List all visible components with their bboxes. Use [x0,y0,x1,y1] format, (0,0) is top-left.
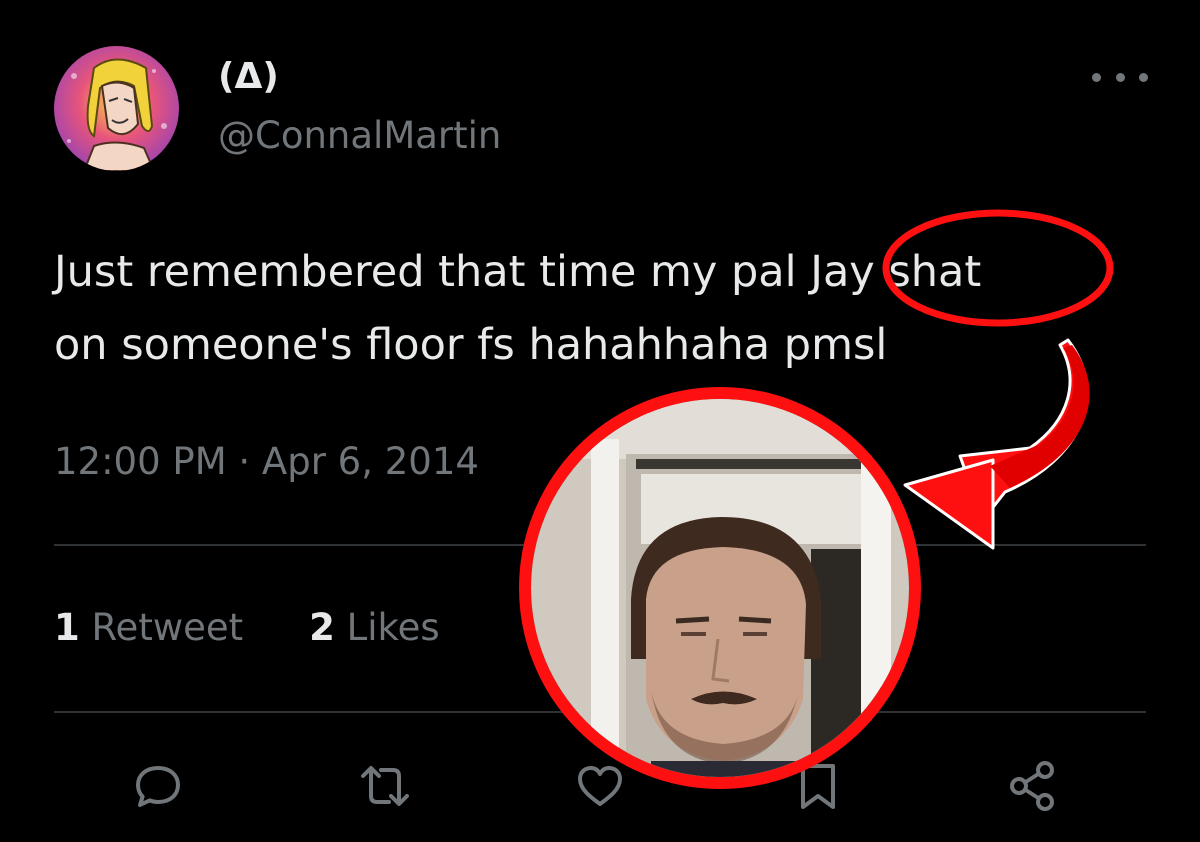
comment-icon [136,766,180,807]
avatar[interactable] [54,46,179,171]
like-button[interactable] [572,758,628,814]
retweet-count: 1 [54,606,80,649]
tweet-text-line: Just remembered that time my pal Jay sha… [54,247,982,297]
dot [1092,72,1101,82]
engagement-stats: 1 Retweet 2 Likes [54,606,440,649]
share-button[interactable] [1005,758,1061,814]
username-handle[interactable]: @ConnalMartin [218,114,501,157]
share-icon [1010,761,1054,811]
more-options-button[interactable] [1092,62,1148,92]
retweet-button[interactable] [357,758,413,814]
reply-button[interactable] [130,758,186,814]
tweet-timestamp[interactable]: 12:00 PM · Apr 6, 2014 [54,440,479,483]
tweet-text: Just remembered that time my pal Jay sha… [54,236,1154,382]
like-count: 2 [309,606,335,649]
dot [1115,72,1125,82]
face-photo [531,399,909,777]
heart-icon [578,766,622,806]
like-label: Likes [346,606,440,649]
face-photo-in-red-circle [519,387,921,789]
retweet-label: Retweet [91,606,244,649]
display-name[interactable]: (Δ) [218,56,279,97]
retweet-stat[interactable]: 1 Retweet [54,606,243,649]
retweet-icon [361,766,409,806]
like-stat[interactable]: 2 Likes [309,606,440,649]
dot [1139,72,1148,82]
tweet-text-line: on someone's floor fs hahahhaha pmsl [54,320,888,370]
cartoon-avatar-icon [54,46,179,171]
